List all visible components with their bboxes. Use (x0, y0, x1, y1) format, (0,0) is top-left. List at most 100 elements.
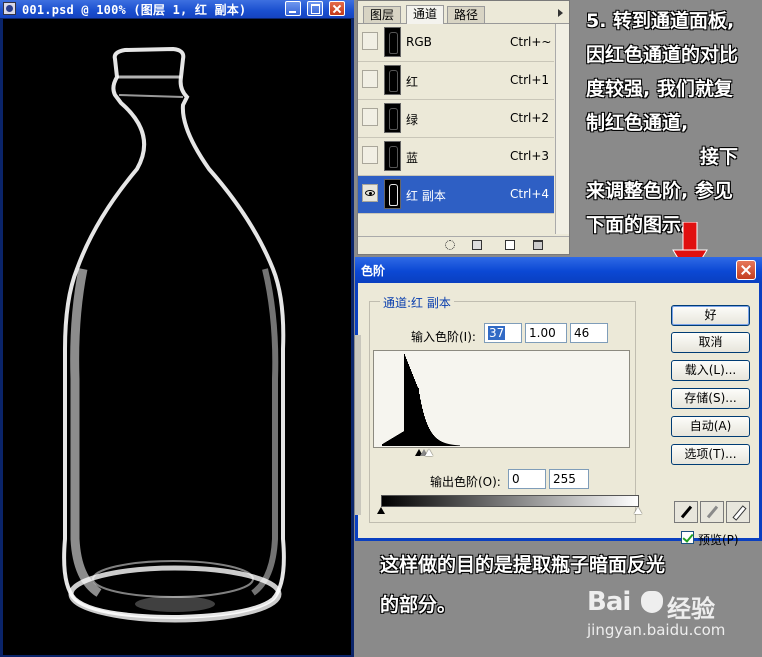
channel-row-blue[interactable]: 蓝 Ctrl+3 (358, 138, 554, 176)
dialog-close-button[interactable] (736, 260, 756, 280)
options-button[interactable]: 选项(T)... (671, 444, 750, 465)
output-gradient (381, 495, 639, 507)
black-eyedropper-icon[interactable] (674, 501, 698, 523)
load-selection-icon[interactable] (445, 240, 455, 250)
tab-layers[interactable]: 图层 (363, 6, 402, 23)
histogram-bar (412, 374, 413, 446)
histogram-bar (420, 399, 421, 446)
channel-shortcut: Ctrl+1 (510, 73, 550, 87)
histogram-bar (423, 412, 424, 446)
histogram-bar (434, 436, 435, 446)
histogram-bar (442, 441, 443, 446)
output-black-slider[interactable] (377, 507, 385, 514)
input-white-field[interactable]: 46 (570, 323, 608, 343)
histogram-bar (425, 419, 426, 446)
channel-name: RGB (406, 35, 432, 49)
load-button[interactable]: 载入(L)... (671, 360, 750, 381)
save-selection-icon[interactable] (472, 240, 482, 250)
channel-thumbnail (384, 141, 401, 171)
histogram-bar (414, 379, 415, 446)
output-levels-label: 输出色阶(O): (430, 475, 501, 489)
input-white-slider[interactable] (425, 449, 433, 456)
channel-row-red[interactable]: 红 Ctrl+1 (358, 62, 554, 100)
annotation-bottom-line: 这样做的目的是提取瓶子暗面反光 (380, 554, 666, 576)
histogram-bar (457, 445, 458, 446)
visibility-toggle[interactable] (362, 146, 378, 164)
visibility-toggle[interactable] (362, 70, 378, 88)
histogram-bar (433, 435, 434, 446)
histogram-bar (385, 442, 386, 446)
histogram-bar (441, 441, 442, 446)
histogram-bar (419, 394, 420, 446)
channel-row-rgb[interactable]: RGB Ctrl+~ (358, 24, 554, 62)
tab-paths[interactable]: 路径 (447, 6, 486, 23)
channel-row-red-copy[interactable]: 红 副本 Ctrl+4 (358, 176, 554, 214)
histogram-bar (392, 438, 393, 446)
new-channel-icon[interactable] (505, 240, 515, 250)
histogram-bar (395, 436, 396, 446)
annotation-line: 来调整色阶, 参见 (586, 180, 733, 202)
visibility-toggle[interactable] (362, 184, 378, 202)
document-titlebar[interactable]: 001.psd @ 100% (图层 1, 红 副本) (0, 0, 354, 18)
annotation-bottom-line: 的部分。 (380, 594, 457, 616)
histogram-bar (398, 434, 399, 446)
preview-label: 预览(P) (698, 533, 739, 547)
histogram-bar (413, 376, 414, 446)
channel-row-green[interactable]: 绿 Ctrl+2 (358, 100, 554, 138)
histogram-bar (387, 441, 388, 446)
histogram-bar (388, 440, 389, 446)
histogram-bar (416, 384, 417, 446)
histogram-bar (447, 443, 448, 446)
output-white-field[interactable]: 255 (549, 469, 589, 489)
histogram-bar (428, 426, 429, 446)
output-white-slider[interactable] (634, 507, 642, 514)
white-eyedropper-icon[interactable] (726, 501, 750, 523)
histogram-bar (399, 433, 400, 446)
annotation-line: 5. 转到通道面板, (586, 10, 735, 32)
annotation-line: 制红色通道, (586, 112, 689, 134)
save-button[interactable]: 存储(S)... (671, 388, 750, 409)
ok-button[interactable]: 好 (671, 305, 750, 326)
input-gamma-field[interactable]: 1.00 (525, 323, 567, 343)
channel-shortcut: Ctrl+4 (510, 187, 550, 201)
panel-menu-arrow-icon[interactable] (558, 9, 563, 17)
dialog-titlebar[interactable]: 色阶 (355, 257, 762, 283)
close-button[interactable] (329, 1, 345, 16)
maximize-button[interactable] (307, 1, 323, 16)
preview-checkbox[interactable] (681, 531, 694, 544)
baidu-jingyan-watermark: Bai 经验 jingyan.baidu.com (583, 585, 753, 647)
trash-icon[interactable] (533, 240, 543, 250)
histogram-bar (430, 430, 431, 446)
visibility-toggle[interactable] (362, 32, 378, 50)
histogram-bar (459, 445, 460, 446)
histogram-bar (424, 416, 425, 446)
histogram-bar (403, 431, 404, 446)
input-black-field[interactable]: 37 (484, 323, 522, 343)
histogram-bar (401, 432, 402, 446)
document-title: 001.psd @ 100% (图层 1, 红 副本) (22, 3, 247, 17)
histogram-bar (404, 354, 405, 446)
minimize-button[interactable] (285, 1, 301, 16)
histogram-bar (439, 440, 440, 446)
visibility-toggle[interactable] (362, 108, 378, 126)
watermark-url: jingyan.baidu.com (587, 621, 726, 639)
channel-list-scrollbar[interactable] (555, 24, 569, 234)
histogram-bar (408, 364, 409, 446)
tab-channels[interactable]: 通道 (406, 5, 445, 24)
histogram-bar (450, 444, 451, 446)
histogram-bar (444, 442, 445, 446)
histogram-bar (406, 359, 407, 446)
output-black-field[interactable]: 0 (508, 469, 546, 489)
histogram-bar (435, 437, 436, 446)
eye-icon (365, 190, 375, 196)
histogram-bar (445, 443, 446, 446)
auto-button[interactable]: 自动(A) (671, 416, 750, 437)
histogram-bar (448, 443, 449, 446)
histogram-bar (384, 442, 385, 446)
gray-eyedropper-icon[interactable] (700, 501, 724, 523)
watermark-product: 经验 (667, 595, 715, 623)
histogram-bar (410, 369, 411, 446)
cancel-button[interactable]: 取消 (671, 332, 750, 353)
document-canvas[interactable] (3, 19, 351, 655)
annotation-line: 度较强, 我们就复 (586, 78, 733, 100)
